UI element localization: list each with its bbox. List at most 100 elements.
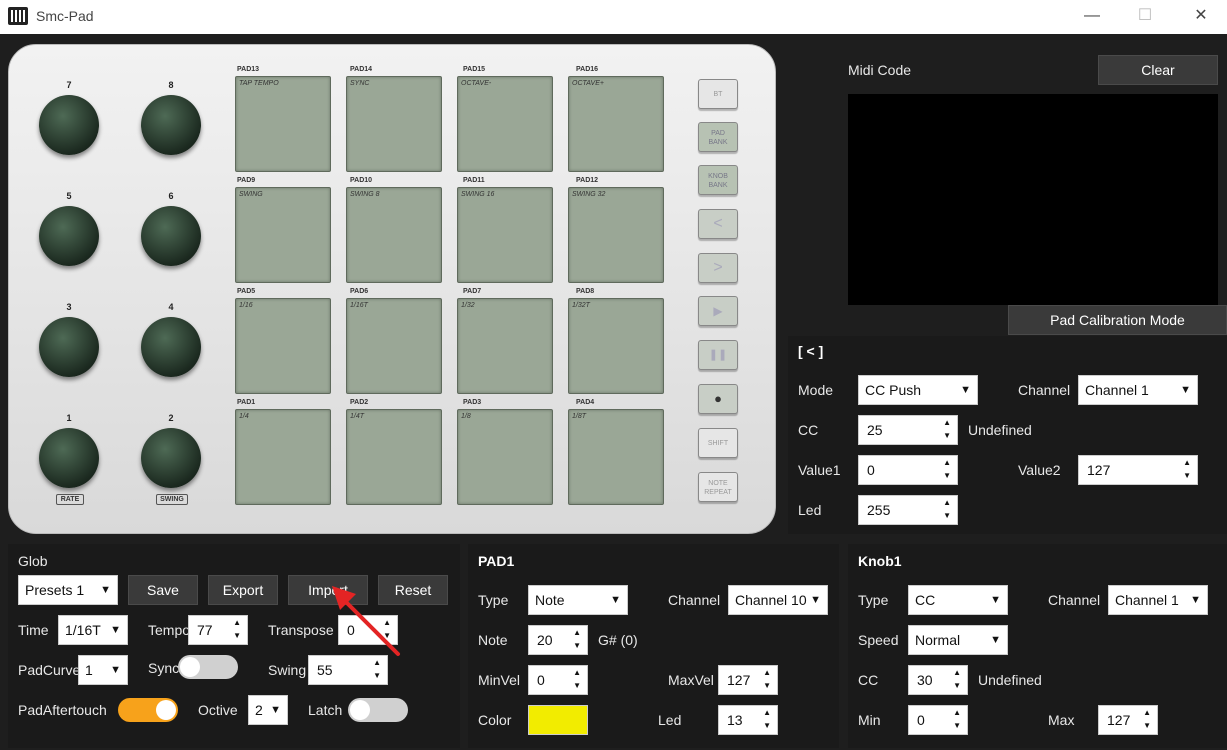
note-repeat-label: REPEAT: [704, 489, 732, 496]
chevron-down-icon: ▼: [1190, 594, 1201, 606]
presets-value: Presets 1: [25, 582, 85, 598]
pad-2[interactable]: 1/4T: [346, 409, 442, 505]
knob-5[interactable]: [39, 206, 99, 266]
max-spinbox[interactable]: 127 ▲ ▼: [1098, 705, 1158, 735]
record-button[interactable]: ●: [698, 384, 738, 414]
spin-up-icon[interactable]: ▲: [953, 668, 961, 678]
pad-13[interactable]: TAP TEMPO: [235, 76, 331, 172]
knob-type-select[interactable]: CC ▼: [908, 585, 1008, 615]
knob-4[interactable]: [141, 317, 201, 377]
shift-button[interactable]: SHIFT: [698, 428, 738, 458]
minimize-button[interactable]: —: [1069, 0, 1115, 34]
cc-spinbox[interactable]: 25 ▲ ▼: [858, 415, 958, 445]
spin-up-icon[interactable]: ▲: [943, 418, 951, 428]
pad-4[interactable]: 1/8T: [568, 409, 664, 505]
tempo-spinbox[interactable]: 77 ▲ ▼: [188, 615, 248, 645]
maxvel-spinbox[interactable]: 127 ▲ ▼: [718, 665, 778, 695]
maximize-button[interactable]: ☐: [1122, 0, 1168, 34]
bt-button[interactable]: BT: [698, 79, 738, 109]
pad-channel-select[interactable]: Channel 10 ▼: [728, 585, 828, 615]
pad-11[interactable]: SWING 16: [457, 187, 553, 283]
spin-up-icon[interactable]: ▲: [763, 668, 771, 678]
padaftertouch-toggle[interactable]: [118, 698, 178, 722]
spin-up-icon[interactable]: ▲: [943, 458, 951, 468]
knob-2[interactable]: [141, 428, 201, 488]
pad-8[interactable]: 1/32T: [568, 298, 664, 394]
knob-1[interactable]: [39, 428, 99, 488]
padcurve-select[interactable]: 1 ▼: [78, 655, 128, 685]
pad-9[interactable]: SWING: [235, 187, 331, 283]
pad-15[interactable]: OCTAVE-: [457, 76, 553, 172]
clear-button[interactable]: Clear: [1098, 55, 1218, 85]
knob-6[interactable]: [141, 206, 201, 266]
pad-14[interactable]: SYNC: [346, 76, 442, 172]
export-button[interactable]: Export: [208, 575, 278, 605]
spin-up-icon[interactable]: ▲: [233, 618, 241, 628]
spin-down-icon[interactable]: ▼: [953, 681, 961, 691]
note-spinbox[interactable]: 20 ▲ ▼: [528, 625, 588, 655]
spin-down-icon[interactable]: ▼: [763, 681, 771, 691]
latch-toggle[interactable]: [348, 698, 408, 722]
channel-select[interactable]: Channel 1 ▼: [1078, 375, 1198, 405]
play-button[interactable]: ▶: [698, 296, 738, 326]
knob-8[interactable]: [141, 95, 201, 155]
knob-panel-title: Knob1: [858, 553, 902, 569]
pad-calibration-mode-button[interactable]: Pad Calibration Mode: [1008, 305, 1227, 335]
spin-down-icon[interactable]: ▼: [233, 631, 241, 641]
spin-up-icon[interactable]: ▲: [573, 628, 581, 638]
knob-cc-spinbox[interactable]: 30 ▲ ▼: [908, 665, 968, 695]
sync-toggle[interactable]: [178, 655, 238, 679]
right-button[interactable]: >: [698, 253, 738, 283]
knob-3[interactable]: [39, 317, 99, 377]
left-button[interactable]: <: [698, 209, 738, 239]
pad-10[interactable]: SWING 8: [346, 187, 442, 283]
pad-7[interactable]: 1/32: [457, 298, 553, 394]
spin-down-icon[interactable]: ▼: [373, 671, 381, 681]
spin-down-icon[interactable]: ▼: [763, 721, 771, 731]
time-select[interactable]: 1/16T ▼: [58, 615, 128, 645]
knob-7[interactable]: [39, 95, 99, 155]
pad-bank-button[interactable]: PAD BANK: [698, 122, 738, 152]
pad-5[interactable]: 1/16: [235, 298, 331, 394]
pad-type-select[interactable]: Note ▼: [528, 585, 628, 615]
spin-up-icon[interactable]: ▲: [573, 668, 581, 678]
note-repeat-button[interactable]: NOTE REPEAT: [698, 472, 738, 502]
spin-down-icon[interactable]: ▼: [953, 721, 961, 731]
spin-up-icon[interactable]: ▲: [1143, 708, 1151, 718]
knob-channel-select[interactable]: Channel 1 ▼: [1108, 585, 1208, 615]
spin-up-icon[interactable]: ▲: [763, 708, 771, 718]
min-spinbox[interactable]: 0 ▲ ▼: [908, 705, 968, 735]
pad-3[interactable]: 1/8: [457, 409, 553, 505]
spin-up-icon[interactable]: ▲: [943, 498, 951, 508]
spin-down-icon[interactable]: ▼: [573, 681, 581, 691]
knob-bank-button[interactable]: KNOB BANK: [698, 165, 738, 195]
pad-led-spinbox[interactable]: 13 ▲ ▼: [718, 705, 778, 735]
pad-12[interactable]: SWING 32: [568, 187, 664, 283]
pad-16[interactable]: OCTAVE+: [568, 76, 664, 172]
led-spinbox[interactable]: 255 ▲ ▼: [858, 495, 958, 525]
pad-name: 1/16T: [350, 302, 368, 309]
swing-label: Swing: [268, 662, 307, 678]
close-button[interactable]: ✕: [1178, 0, 1224, 34]
pad-6[interactable]: 1/16T: [346, 298, 442, 394]
save-button[interactable]: Save: [128, 575, 198, 605]
spin-down-icon[interactable]: ▼: [573, 641, 581, 651]
spin-down-icon[interactable]: ▼: [943, 511, 951, 521]
value1-spinbox[interactable]: 0 ▲ ▼: [858, 455, 958, 485]
mode-select[interactable]: CC Push ▼: [858, 375, 978, 405]
spin-down-icon[interactable]: ▼: [1183, 471, 1191, 481]
spin-up-icon[interactable]: ▲: [953, 708, 961, 718]
minvel-spinbox[interactable]: 0 ▲ ▼: [528, 665, 588, 695]
spin-down-icon[interactable]: ▼: [1143, 721, 1151, 731]
value2-spinbox[interactable]: 127 ▲ ▼: [1078, 455, 1198, 485]
spin-up-icon[interactable]: ▲: [1183, 458, 1191, 468]
presets-select[interactable]: Presets 1 ▼: [18, 575, 118, 605]
spin-down-icon[interactable]: ▼: [943, 471, 951, 481]
octive-select[interactable]: 2 ▼: [248, 695, 288, 725]
pause-button[interactable]: ❚❚: [698, 340, 738, 370]
color-picker[interactable]: [528, 705, 588, 735]
pad-1[interactable]: 1/4: [235, 409, 331, 505]
spin-down-icon[interactable]: ▼: [943, 431, 951, 441]
knob-label: 2: [168, 413, 174, 423]
speed-select[interactable]: Normal ▼: [908, 625, 1008, 655]
